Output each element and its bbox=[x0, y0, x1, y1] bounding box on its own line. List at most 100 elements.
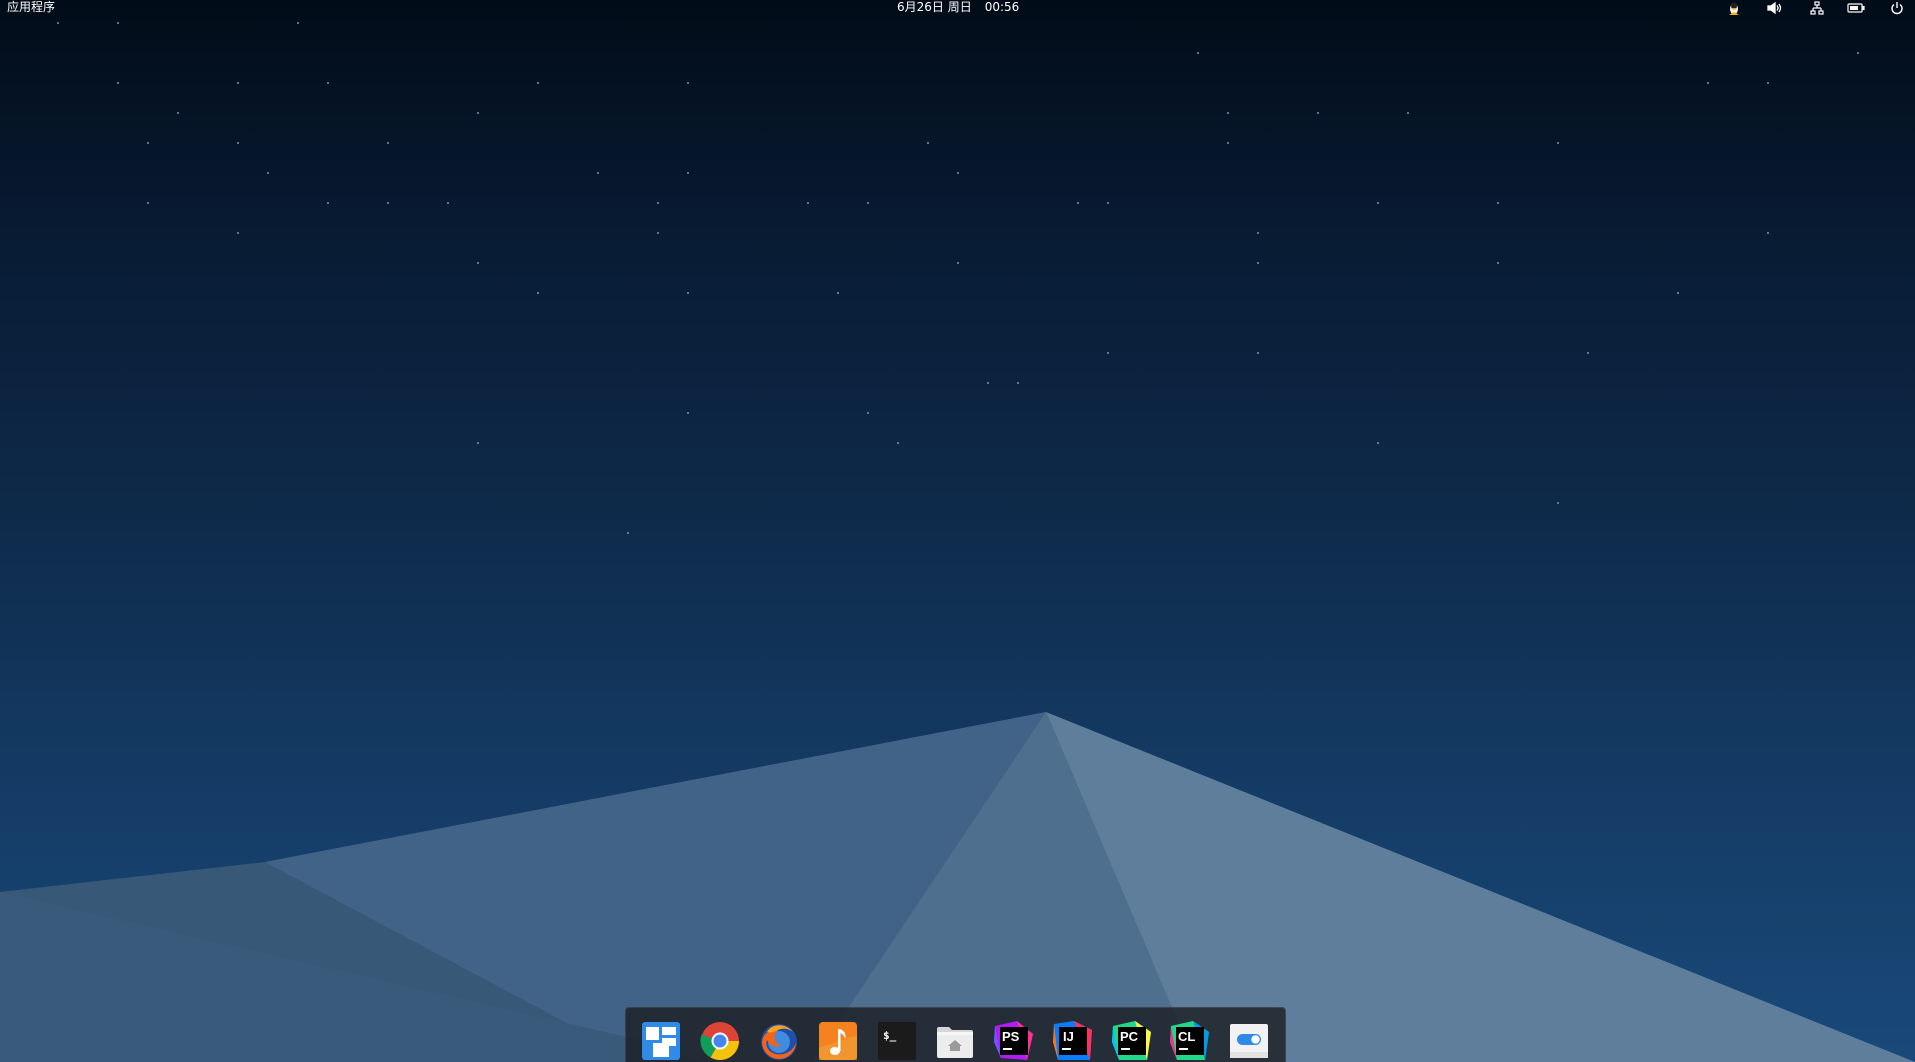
power-icon[interactable] bbox=[1888, 0, 1906, 16]
star bbox=[177, 112, 179, 114]
star bbox=[1257, 232, 1259, 234]
star bbox=[1107, 352, 1109, 354]
dock-item-files[interactable] bbox=[934, 1020, 976, 1062]
star bbox=[1497, 202, 1499, 204]
star bbox=[477, 112, 479, 114]
dock-item-music[interactable] bbox=[817, 1020, 859, 1062]
star bbox=[1257, 262, 1259, 264]
star bbox=[57, 22, 59, 24]
chrome-icon bbox=[700, 1022, 740, 1061]
star bbox=[147, 142, 149, 144]
star bbox=[1677, 292, 1679, 294]
star bbox=[1497, 262, 1499, 264]
dock-item-firefox[interactable] bbox=[758, 1020, 800, 1062]
svg-text:IJ: IJ bbox=[1063, 1029, 1074, 1044]
battery-icon[interactable] bbox=[1846, 0, 1866, 16]
volume-icon[interactable] bbox=[1765, 0, 1785, 16]
star bbox=[537, 82, 539, 84]
star bbox=[687, 292, 689, 294]
svg-text:PS: PS bbox=[1002, 1029, 1020, 1044]
star bbox=[327, 82, 329, 84]
dock-item-terminal[interactable]: $_ bbox=[876, 1020, 918, 1062]
star bbox=[1227, 112, 1229, 114]
star bbox=[1317, 112, 1319, 114]
terminal-icon: $_ bbox=[878, 1022, 916, 1060]
clock-indicator[interactable]: 6月26日 周日 00:56 bbox=[897, 0, 1019, 14]
qq-penguin-icon[interactable] bbox=[1725, 0, 1743, 16]
star bbox=[597, 172, 599, 174]
star bbox=[1377, 442, 1379, 444]
star bbox=[537, 292, 539, 294]
star bbox=[837, 292, 839, 294]
star bbox=[447, 202, 449, 204]
desktop[interactable]: 应用程序 6月26日 周日 00:56 $_ PS IJ PC CL bbox=[0, 0, 1915, 1062]
star bbox=[267, 172, 269, 174]
star bbox=[687, 82, 689, 84]
star bbox=[237, 142, 239, 144]
star bbox=[807, 202, 809, 204]
star bbox=[957, 262, 959, 264]
star bbox=[657, 232, 659, 234]
dock-item-system-settings[interactable] bbox=[1228, 1020, 1270, 1062]
star bbox=[1857, 52, 1859, 54]
star bbox=[957, 172, 959, 174]
star bbox=[1557, 142, 1559, 144]
star bbox=[387, 142, 389, 144]
dock: $_ PS IJ PC CL bbox=[625, 1007, 1286, 1062]
wallpaper-stars bbox=[57, 22, 1859, 534]
star bbox=[687, 172, 689, 174]
star bbox=[477, 442, 479, 444]
star bbox=[1767, 82, 1769, 84]
star bbox=[1077, 202, 1079, 204]
star bbox=[1107, 202, 1109, 204]
star bbox=[117, 82, 119, 84]
date-label: 6月26日 周日 bbox=[897, 0, 972, 14]
multitasking-view-icon bbox=[642, 1022, 680, 1060]
music-icon bbox=[819, 1022, 857, 1060]
star bbox=[147, 202, 149, 204]
svg-text:CL: CL bbox=[1178, 1029, 1195, 1044]
star bbox=[117, 22, 119, 24]
star bbox=[867, 202, 869, 204]
star bbox=[657, 202, 659, 204]
dock-item-pycharm[interactable]: PC bbox=[1111, 1020, 1153, 1062]
star bbox=[1767, 232, 1769, 234]
star bbox=[987, 382, 989, 384]
dock-item-multitasking-view[interactable] bbox=[640, 1020, 682, 1062]
star bbox=[237, 82, 239, 84]
star bbox=[1377, 202, 1379, 204]
svg-text:PC: PC bbox=[1120, 1029, 1139, 1044]
star bbox=[927, 142, 929, 144]
pycharm-icon: PC bbox=[1112, 1021, 1151, 1060]
star bbox=[897, 442, 899, 444]
star bbox=[1557, 502, 1559, 504]
star bbox=[297, 22, 299, 24]
star bbox=[237, 232, 239, 234]
star bbox=[1257, 352, 1259, 354]
star bbox=[1017, 382, 1019, 384]
applications-menu-button[interactable]: 应用程序 bbox=[7, 0, 55, 14]
network-icon[interactable] bbox=[1808, 0, 1826, 16]
wallpaper bbox=[0, 22, 1915, 1062]
star bbox=[1707, 82, 1709, 84]
settings-toggle-icon bbox=[1230, 1024, 1268, 1058]
star bbox=[867, 412, 869, 414]
star bbox=[477, 262, 479, 264]
clion-icon: CL bbox=[1170, 1021, 1209, 1060]
star bbox=[387, 202, 389, 204]
star bbox=[627, 532, 629, 534]
dock-item-google-chrome[interactable] bbox=[699, 1020, 741, 1062]
star bbox=[327, 202, 329, 204]
dock-item-clion[interactable]: CL bbox=[1169, 1020, 1211, 1062]
star bbox=[1197, 52, 1199, 54]
time-label: 00:56 bbox=[984, 0, 1020, 14]
star bbox=[1407, 112, 1409, 114]
intellij-idea-icon: IJ bbox=[1053, 1021, 1092, 1060]
phpstorm-icon: PS bbox=[994, 1021, 1033, 1060]
dock-item-intellij-idea[interactable]: IJ bbox=[1052, 1020, 1094, 1062]
firefox-icon bbox=[761, 1024, 797, 1060]
star bbox=[1227, 142, 1229, 144]
dock-item-phpstorm[interactable]: PS bbox=[993, 1020, 1035, 1062]
top-panel: 应用程序 6月26日 周日 00:56 bbox=[0, 0, 1915, 16]
svg-text:$_: $_ bbox=[883, 1029, 897, 1042]
